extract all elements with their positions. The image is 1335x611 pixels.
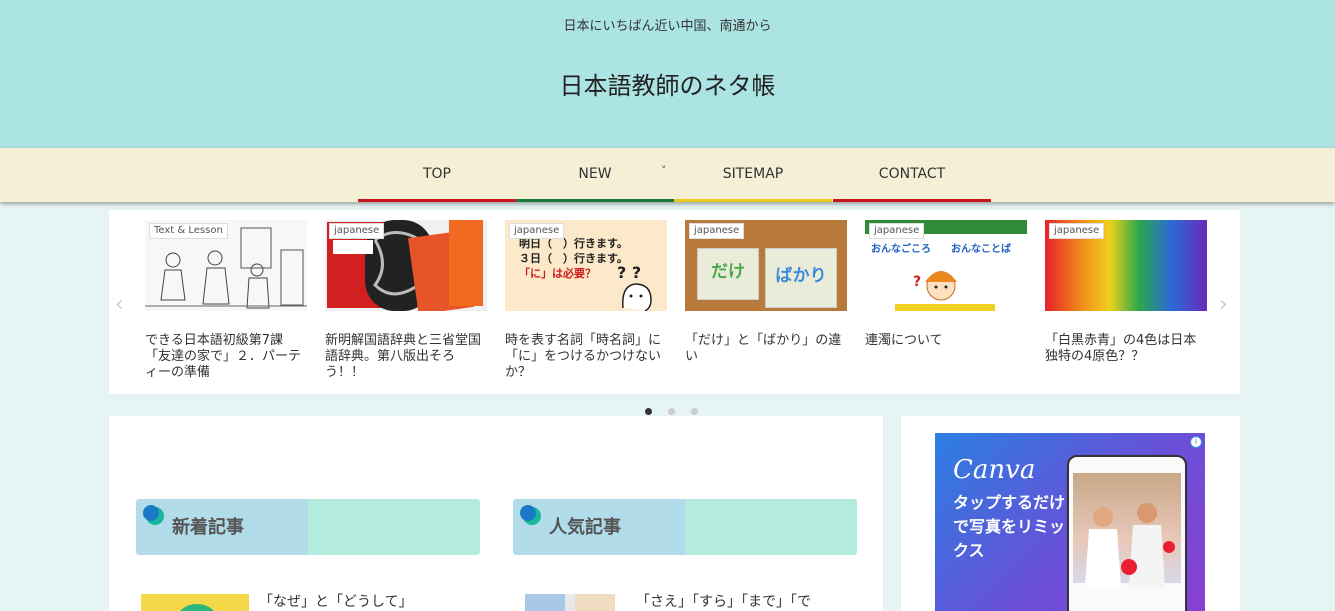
- category-label[interactable]: japanese: [1049, 223, 1105, 239]
- slider-card[interactable]: だけ ばかり japanese 「だけ」と「ばかり」の違い: [685, 220, 847, 365]
- post-thumbnail[interactable]: [525, 594, 615, 611]
- slider-card[interactable]: 明日（ ）行きます。 ３日（ ）行きます。 「に」は必要？ ? ? japane…: [505, 220, 667, 381]
- card-thumbnail: 明日（ ）行きます。 ３日（ ）行きます。 「に」は必要？ ? ? japane…: [505, 220, 667, 311]
- section-header-popular: 人気記事: [513, 499, 857, 555]
- thumbnail-word: ばかり: [765, 248, 837, 308]
- card-title[interactable]: 「だけ」と「ばかり」の違い: [685, 333, 845, 365]
- site-header: 日本にいちばん近い中国、南通から 日本語教師のネタ帳: [0, 0, 1335, 148]
- nav-underline-new: [516, 199, 674, 202]
- photo-figures: [1085, 503, 1175, 587]
- chevron-right-icon[interactable]: ›: [1219, 292, 1228, 317]
- featured-slider: ‹ › Text & Lesson できる日本語初級第7課「友達の家で」２．パー…: [109, 210, 1240, 394]
- nav-item-new[interactable]: NEW: [516, 148, 674, 202]
- card-thumbnail: japanese: [325, 220, 487, 311]
- card-title[interactable]: 時を表す名詞「時名詞」に「に」をつけるかつけないか？: [505, 333, 665, 381]
- card-title[interactable]: 連濁について: [865, 333, 1025, 349]
- category-label[interactable]: japanese: [329, 223, 385, 239]
- main-nav: TOP NEW SITEMAP CONTACT: [0, 148, 1335, 202]
- nav-underline-top: [358, 199, 516, 202]
- thumbnail-word: だけ: [697, 248, 759, 300]
- section-title: 新着記事: [172, 517, 244, 538]
- section-title: 人気記事: [549, 517, 621, 538]
- speech-bubble-icon: [520, 505, 541, 525]
- category-label[interactable]: Text & Lesson: [149, 223, 228, 239]
- post-title[interactable]: 「なぜ」と「どうして」: [259, 591, 449, 611]
- category-label[interactable]: japanese: [509, 223, 565, 239]
- advertisement[interactable]: i Canva タップするだけで写真をリミックス: [935, 433, 1205, 611]
- card-thumbnail: japanese: [1045, 220, 1207, 311]
- slider-card[interactable]: japanese 「白黒赤青」の4色は日本独特の4原色？？: [1045, 220, 1207, 365]
- thumbnail-shape: [575, 594, 615, 611]
- nav-label-contact: CONTACT: [878, 166, 946, 182]
- site-title[interactable]: 日本語教師のネタ帳: [0, 66, 1335, 101]
- nav-label-sitemap: SITEMAP: [722, 166, 784, 182]
- chevron-down-icon[interactable]: ˅: [661, 164, 667, 177]
- post-title[interactable]: 「さえ」「すら」「まで」「で: [636, 591, 836, 611]
- slider-card[interactable]: おんなごころ おんなことば ? japanese 連濁について: [865, 220, 1027, 349]
- category-label[interactable]: japanese: [869, 223, 925, 239]
- card-thumbnail: Text & Lesson: [145, 220, 307, 311]
- thumbnail-shape: [525, 594, 565, 611]
- nav-item-contact[interactable]: CONTACT: [833, 148, 991, 202]
- slider-dot[interactable]: [691, 408, 698, 415]
- main-content: 新着記事 人気記事 「なぜ」と「どうして」 「さえ」「すら」「まで」「で: [109, 416, 883, 611]
- ad-brand-logo: Canva: [953, 455, 1036, 485]
- slider-dot[interactable]: [645, 408, 652, 415]
- card-title[interactable]: できる日本語初級第7課「友達の家で」２．パーティーの準備: [145, 333, 305, 381]
- ad-copy: タップするだけで写真をリミックス: [953, 493, 1066, 560]
- info-icon[interactable]: i: [1190, 436, 1202, 448]
- speech-bubble-icon: [143, 505, 164, 525]
- sidebar: i Canva タップするだけで写真をリミックス: [901, 416, 1240, 611]
- section-header-new: 新着記事: [136, 499, 480, 555]
- slider-card[interactable]: japanese 新明解国語辞典と三省堂国語辞典。第八版出そろう！！: [325, 220, 487, 381]
- post-thumbnail[interactable]: [141, 594, 249, 611]
- card-thumbnail: おんなごころ おんなことば ? japanese: [865, 220, 1027, 311]
- nav-label-new: NEW: [578, 166, 612, 182]
- chevron-left-icon[interactable]: ‹: [115, 292, 124, 317]
- site-tagline: 日本にいちばん近い中国、南通から: [563, 19, 772, 34]
- svg-text:? ?: ? ?: [617, 263, 641, 282]
- phone-mockup: [1067, 455, 1187, 611]
- card-title[interactable]: 新明解国語辞典と三省堂国語辞典。第八版出そろう！！: [325, 333, 485, 381]
- slider-dot[interactable]: [668, 408, 675, 415]
- nav-item-sitemap[interactable]: SITEMAP: [674, 148, 832, 202]
- nav-underline-sitemap: [674, 199, 832, 202]
- thumbnail-shape: [177, 604, 217, 611]
- slider-card[interactable]: Text & Lesson できる日本語初級第7課「友達の家で」２．パーティーの…: [145, 220, 307, 381]
- category-label[interactable]: japanese: [689, 223, 745, 239]
- nav-label-top: TOP: [422, 166, 451, 182]
- nav-item-top[interactable]: TOP: [358, 148, 516, 202]
- card-title[interactable]: 「白黒赤青」の4色は日本独特の4原色？？: [1045, 333, 1205, 365]
- svg-text:?: ?: [913, 274, 921, 290]
- card-thumbnail: だけ ばかり japanese: [685, 220, 847, 311]
- nav-underline-contact: [833, 199, 991, 202]
